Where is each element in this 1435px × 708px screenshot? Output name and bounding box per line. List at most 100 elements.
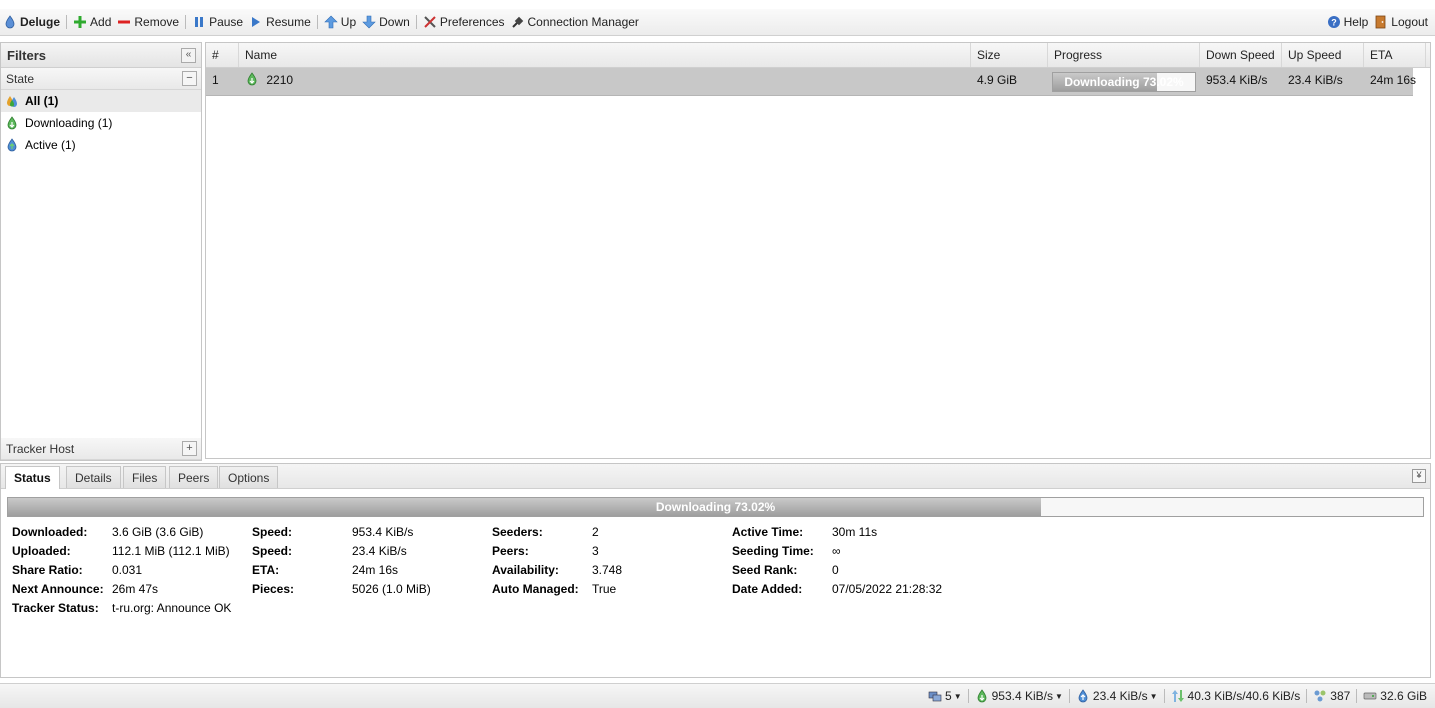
connections-menu[interactable]: 5 ▼ xyxy=(924,689,966,703)
main-toolbar: Deluge Add Remove Pause Resume Up Down P… xyxy=(0,9,1435,36)
downloading-icon xyxy=(247,72,257,86)
column-header-progress[interactable]: Progress xyxy=(1048,43,1200,67)
tools-icon xyxy=(424,16,436,28)
tracker-host-section-header[interactable]: Tracker Host + xyxy=(1,438,201,460)
pause-button[interactable]: Pause xyxy=(189,10,246,34)
cell-down-speed: 953.4 KiB/s xyxy=(1206,73,1268,87)
logout-door-icon xyxy=(1375,15,1386,29)
status-progress-text: Downloading 73.02% xyxy=(655,500,776,514)
status-field-value: 953.4 KiB/s xyxy=(352,525,414,539)
status-field-label: Next Announce: xyxy=(12,582,104,596)
preferences-button[interactable]: Preferences xyxy=(420,10,508,34)
column-header-name[interactable]: Name xyxy=(239,43,971,67)
status-field-value: 0.031 xyxy=(112,563,143,577)
status-field-label: Date Added: xyxy=(732,582,803,596)
status-field: Peers: 3 xyxy=(492,542,732,561)
status-field-value: 23.4 KiB/s xyxy=(352,544,407,558)
status-field: Speed: 23.4 KiB/s xyxy=(252,542,492,561)
cell-eta: 24m 16s xyxy=(1370,73,1416,87)
dht-network-icon xyxy=(1314,690,1326,702)
state-section-header[interactable]: State − xyxy=(1,68,201,90)
status-separator xyxy=(1356,689,1358,703)
minus-icon xyxy=(118,20,131,24)
download-speed-menu[interactable]: 953.4 KiB/s ▼ xyxy=(971,689,1067,703)
row-progress-bar: Downloading 73.02% xyxy=(1052,72,1196,92)
status-field-label: Speed: xyxy=(252,525,293,539)
arrow-down-icon xyxy=(362,15,376,29)
cell-progress: Downloading 73.02% xyxy=(1048,68,1200,92)
arrow-up-icon xyxy=(324,15,338,29)
column-header-number[interactable]: # xyxy=(206,43,239,67)
status-field-label: Seeders: xyxy=(492,525,543,539)
column-header-size[interactable]: Size xyxy=(971,43,1048,67)
tab-options[interactable]: Options xyxy=(219,466,279,488)
connection-manager-button[interactable]: Connection Manager xyxy=(508,10,642,34)
status-field-value: 30m 11s xyxy=(832,525,878,539)
status-field: ETA: 24m 16s xyxy=(252,561,492,580)
traffic-arrows-icon xyxy=(1171,690,1184,702)
filter-item-all[interactable]: All (1) xyxy=(1,90,201,112)
status-bar-items: 5 ▼ 953.4 KiB/s ▼ 23.4 KiB/s ▼ 40.3 KiB/s/4… xyxy=(924,684,1431,708)
toolbar-separator xyxy=(316,15,318,29)
status-field-value: 3.6 GiB (3.6 GiB) xyxy=(112,525,204,539)
column-header-down-speed[interactable]: Down Speed xyxy=(1200,43,1282,67)
filter-item-active[interactable]: Active (1) xyxy=(1,134,201,156)
toolbar-separator xyxy=(66,15,68,29)
cell-name: 2210 xyxy=(239,68,971,92)
queue-up-button[interactable]: Up xyxy=(321,10,359,34)
tab-peers[interactable]: Peers xyxy=(169,466,219,488)
add-button[interactable]: Add xyxy=(70,10,114,34)
status-field-label: Share Ratio: xyxy=(12,563,83,577)
status-field-label: Seed Rank: xyxy=(732,563,798,577)
status-progress-bar: Downloading 73.02% xyxy=(7,497,1424,517)
status-field-label: Uploaded: xyxy=(12,544,71,558)
table-row[interactable]: 1 2210 4.9 GiB Downloading 73.02% 953.4 … xyxy=(206,68,1416,96)
status-field-label: Availability: xyxy=(492,563,559,577)
help-button[interactable]: ? Help xyxy=(1324,10,1372,34)
status-bar: 5 ▼ 953.4 KiB/s ▼ 23.4 KiB/s ▼ 40.3 KiB/s/4… xyxy=(0,683,1435,708)
status-field-value: True xyxy=(592,582,617,596)
cell-number: 1 xyxy=(212,73,219,87)
logout-button[interactable]: Logout xyxy=(1371,10,1431,34)
upload-speed-menu[interactable]: 23.4 KiB/s ▼ xyxy=(1072,689,1162,703)
torrent-name: 2210 xyxy=(266,73,294,87)
details-tabs: Status Details Files Peers Options ¥ xyxy=(1,464,1430,489)
column-header-up-speed[interactable]: Up Speed xyxy=(1282,43,1364,67)
expand-tracker-button[interactable]: + xyxy=(182,441,197,456)
plus-icon xyxy=(74,16,87,28)
status-field-value: 24m 16s xyxy=(352,563,399,577)
chevron-down-icon: ▼ xyxy=(1054,691,1063,701)
toolbar-separator xyxy=(415,15,417,29)
free-space-indicator: 32.6 GiB xyxy=(1359,689,1431,703)
queue-down-button[interactable]: Down xyxy=(359,10,413,34)
status-field: Downloaded: 3.6 GiB (3.6 GiB) xyxy=(12,523,252,542)
status-field: Pieces: 5026 (1.0 MiB) xyxy=(252,580,492,599)
state-section-title: State xyxy=(6,72,35,86)
status-field: Seeding Time: ∞ xyxy=(732,542,972,561)
status-field-label: ETA: xyxy=(252,563,280,577)
status-field-value: 0 xyxy=(832,563,839,577)
remove-button[interactable]: Remove xyxy=(114,10,182,34)
tab-details[interactable]: Details xyxy=(66,466,121,488)
status-field: Auto Managed: True xyxy=(492,580,732,599)
tab-files[interactable]: Files xyxy=(123,466,167,488)
chevron-down-icon: ▼ xyxy=(1149,691,1158,701)
tab-status[interactable]: Status xyxy=(5,466,60,489)
downloading-icon xyxy=(7,116,17,130)
status-field: Date Added: 07/05/2022 21:28:32 xyxy=(732,580,972,599)
details-panel: Status Details Files Peers Options ¥ Dow… xyxy=(0,463,1431,678)
status-field: Next Announce: 26m 47s xyxy=(12,580,252,599)
cell-size: 4.9 GiB xyxy=(977,73,1018,87)
status-field: Active Time: 30m 11s xyxy=(732,523,972,542)
collapse-details-button[interactable]: ¥ xyxy=(1412,469,1426,483)
pause-icon xyxy=(195,17,204,27)
play-icon xyxy=(252,17,261,27)
network-computers-icon xyxy=(928,691,942,702)
filter-item-downloading[interactable]: Downloading (1) xyxy=(1,112,201,134)
collapse-state-button[interactable]: − xyxy=(182,71,197,86)
svg-text:?: ? xyxy=(1331,18,1337,28)
column-header-eta[interactable]: ETA xyxy=(1364,43,1426,67)
collapse-sidebar-button[interactable]: « xyxy=(181,48,196,63)
resume-button[interactable]: Resume xyxy=(246,10,314,34)
status-field-label: Tracker Status: xyxy=(12,601,99,615)
